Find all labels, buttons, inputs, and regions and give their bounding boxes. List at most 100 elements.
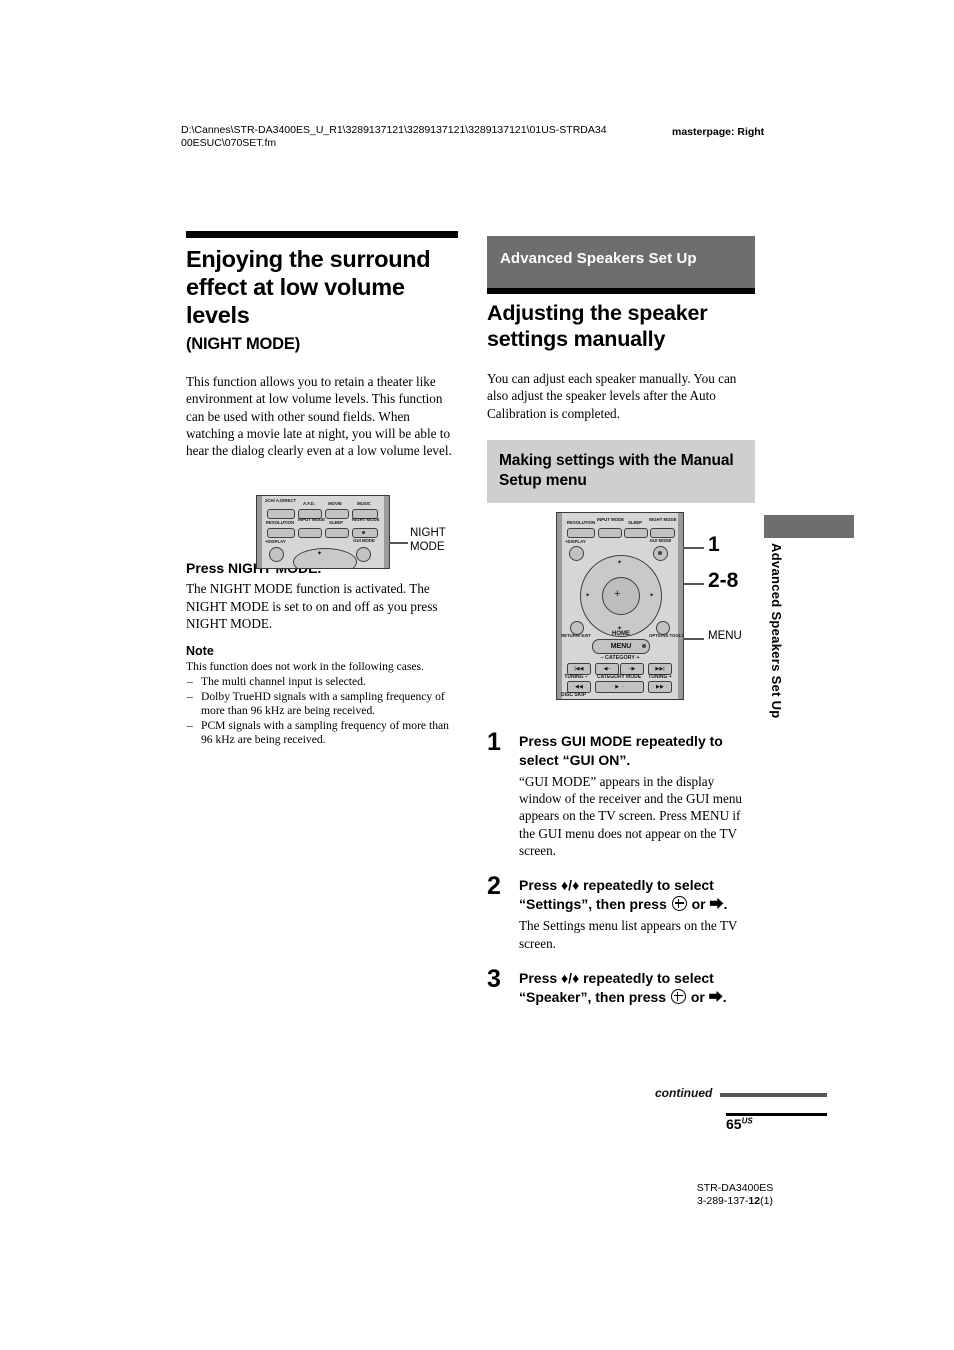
note-item-text: Dolby TrueHD signals with a sampling fre… [201,689,445,718]
masterpage-label: masterpage: Right [672,126,765,138]
remote-label-resolution: RESOLUTION [265,520,295,525]
instruction-body: The NIGHT MODE function is activated. Th… [186,581,438,632]
intro-paragraph: This function allows you to retain a the… [186,374,452,459]
night-mode-indicator-dot [362,531,365,534]
section-banner: Advanced Speakers Set Up [487,236,755,288]
list-item: – The multi channel input is selected. [186,675,458,690]
remote-button-play: ▶ · [595,681,644,693]
continued-rule [720,1093,827,1097]
remote-button-fast-forward: ▶▶ [648,681,672,693]
remote-button-night-mode [650,528,675,538]
dpad-right-icon: ✦ [649,593,655,599]
remote-label-gui-mode: GUI MODE [353,538,375,543]
remote-label-display: +DISPLAY [265,539,286,544]
remote-label-tuning-plus: TUNING + [648,674,672,680]
step-number: 1 [487,727,501,756]
remote-enter-button [602,577,640,615]
menu-indicator-dot [642,644,646,648]
remote-label-category: – CATEGORY + [600,655,640,661]
side-tab-marker [764,515,854,538]
part-number-post: (1) [760,1195,773,1207]
enter-button-icon [670,988,686,1004]
remote-label-return-exit: RETURN/ EXIT [561,633,591,638]
remote-button-input-mode [598,528,622,538]
dash-bullet: – [187,674,193,688]
page-number: 65US [726,1116,753,1132]
remote-label-category-mode: CATEGORY MODE [596,674,642,680]
dash-bullet: – [187,718,193,732]
remote-label-home: HOME [612,631,630,637]
note-item-text: The multi channel input is selected. [201,674,366,688]
part-number-pre: 3-289-137- [697,1195,749,1207]
remote-edge-right [678,513,683,699]
remote-label-tuning-minus: TUNING – [564,674,588,680]
remote-label-afd: A.F.D. [303,501,315,506]
remote-button-resolution [267,528,295,538]
side-tab-label: Advanced Speakers Set Up [769,543,784,719]
subsection-box: Making settings with the Manual Setup me… [487,439,755,503]
remote-label-options-tools: OPTIONS TOOLS [649,633,684,638]
chapter-subtitle: (NIGHT MODE) [186,335,301,353]
remote-button-gui-mode [356,547,371,562]
step-description: “GUI MODE” appears in the display window… [519,773,743,859]
note-item-text: PCM signals with a sampling frequency of… [201,718,449,747]
remote-label-sleep: SLEEP [627,520,643,525]
callout-label-1: 1 [708,533,720,556]
step-description: The Settings menu list appears on the TV… [519,918,738,951]
remote-label-disc-skip: DISC SKIP [561,692,587,698]
step-number: 2 [487,872,501,901]
remote-label-input-mode: INPUT MODE [298,517,325,522]
remote-button-sleep [325,528,349,538]
note-intro: This function does not work in the follo… [186,660,424,674]
remote-control-illustration-setup: RESOLUTION INPUT MODE SLEEP NIGHT MODE +… [556,512,684,700]
step-title: Press GUI MODE repeatedly to select “GUI… [519,732,723,768]
remote-label-night-mode: NIGHT MODE [352,517,380,522]
remote-label-2ch-adirect: 2CH/ A.DIRECT [265,498,297,503]
subsection-title: Making settings with the Manual Setup me… [499,451,734,489]
remote-label-sleep: SLEEP [328,520,344,525]
step-title: Press ♦/♦ repeatedly to select “Speaker”… [519,969,755,1007]
remote-button-input-mode [298,528,322,538]
remote-label-resolution: RESOLUTION [566,520,596,525]
remote-label-gui-mode: GUI MODE [649,538,672,543]
remote-button-2ch-adirect [267,509,295,519]
left-column: Enjoying the surround effect at low volu… [186,231,458,748]
callout-leader-menu [683,638,704,640]
section-intro: You can adjust each speaker manually. Yo… [487,371,737,421]
page-title: Enjoying the surround effect at low volu… [186,246,431,328]
remote-label-night-mode: NIGHT MODE [649,517,677,522]
step-2: 2 Press ♦/♦ repeatedly to select “Settin… [487,872,755,952]
note-list: – The multi channel input is selected. – D… [186,675,458,748]
page-number-suffix: US [741,1116,753,1126]
remote-edge-left [257,496,262,568]
remote-button-sleep [624,528,648,538]
step-3: 3 Press ♦/♦ repeatedly to select “Speake… [487,965,755,1007]
remote-button-display [269,547,284,562]
remote-label-input-mode: INPUT MODE [597,517,624,522]
callout-label-night-mode: NIGHT MODE [410,527,446,553]
step-title: Press ♦/♦ repeatedly to select “Settings… [519,876,755,914]
list-item: – Dolby TrueHD signals with a sampling fr… [186,690,458,719]
continued-marker: continued [655,1086,827,1102]
remote-control-illustration-night-mode: 2CH/ A.DIRECT A.F.D. MOVIE MUSIC RESOLUT… [256,495,390,569]
list-item: – PCM signals with a sampling frequency o… [186,719,458,748]
remote-button-movie [325,509,349,519]
gui-mode-indicator-dot [657,550,662,555]
remote-button-display [569,546,584,561]
remote-edge-right [384,496,389,568]
model-footer: STR-DA3400ES 3-289-137-12(1) [640,1182,830,1208]
dpad-left-icon: ✦ [585,593,591,599]
continued-label: continued [655,1086,713,1100]
section-banner-label: Advanced Speakers Set Up [500,250,697,267]
step-number: 3 [487,964,501,993]
dpad-up-icon: ✦ [317,551,323,557]
callout-leader-night-mode [389,542,408,544]
enter-cross-icon: + [614,588,621,600]
note-heading: Note [186,644,214,659]
remote-button-resolution [567,528,595,538]
callout-leader-1 [683,547,704,549]
remote-dpad-ring [293,548,357,568]
document-page: D:\Cannes\STR-DA3400ES_U_R1\3289137121\3… [0,0,954,1350]
step-title-post: or ⮕. [691,896,728,913]
callout-leader-2-8 [683,583,704,585]
